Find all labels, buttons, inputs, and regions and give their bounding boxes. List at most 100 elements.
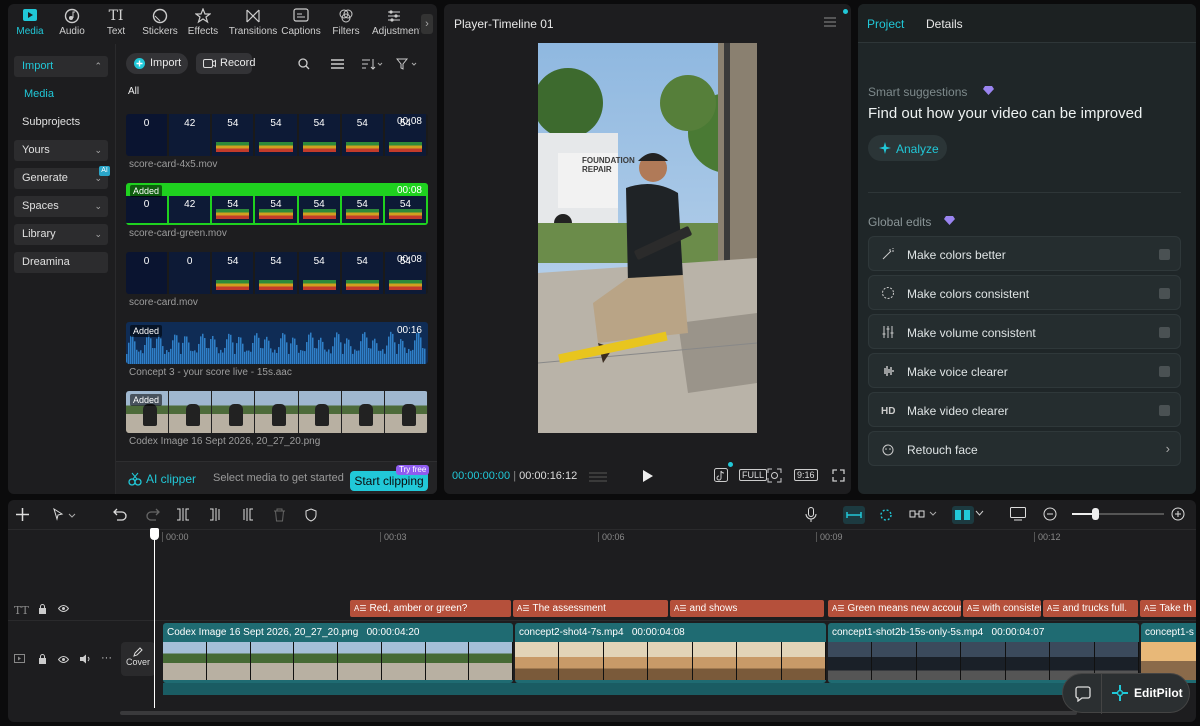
magnet-snap-button[interactable] bbox=[843, 506, 865, 524]
tab-details[interactable]: Details bbox=[926, 17, 963, 31]
view-list-icon[interactable] bbox=[331, 59, 344, 69]
split-icon[interactable] bbox=[176, 508, 190, 521]
text-clip[interactable]: A☰ The assessment bbox=[513, 600, 668, 617]
tabs-scroll-right-button[interactable]: › bbox=[421, 14, 433, 34]
global-edit-retouch-face[interactable]: Retouch face › bbox=[868, 431, 1181, 466]
lock-icon[interactable] bbox=[38, 604, 47, 614]
redo-icon[interactable] bbox=[146, 508, 160, 521]
sidebar-item-library[interactable]: Library ⌄ bbox=[14, 224, 108, 245]
toggle-checkbox[interactable] bbox=[1159, 249, 1170, 260]
video-frame-image: FOUNDATION REPAIR bbox=[538, 43, 757, 433]
import-button[interactable]: Import bbox=[126, 53, 188, 74]
filter-icon[interactable] bbox=[396, 58, 420, 70]
horizontal-scrollbar[interactable] bbox=[120, 711, 1077, 715]
editpilot-widget[interactable]: EditPilot bbox=[1062, 673, 1190, 714]
tab-captions[interactable]: Captions bbox=[278, 8, 324, 37]
text-clip[interactable]: A☰ and trucks full. bbox=[1043, 600, 1138, 617]
media-item-thumbnail[interactable]: Added 00:16 bbox=[126, 322, 428, 364]
media-item-thumbnail[interactable]: 0 42 54 54 54 54 54 Added 00:08 bbox=[126, 183, 428, 225]
link-icon[interactable] bbox=[908, 507, 938, 521]
record-button[interactable]: Record bbox=[196, 53, 255, 74]
zoom-out-icon[interactable] bbox=[1043, 507, 1057, 521]
full-quality-button[interactable]: FULL bbox=[739, 469, 768, 481]
tab-audio[interactable]: Audio bbox=[50, 8, 94, 37]
toggle-checkbox[interactable] bbox=[1159, 366, 1170, 377]
ai-clipper-label[interactable]: AI clipper bbox=[146, 472, 196, 486]
grid-icon[interactable] bbox=[589, 471, 607, 483]
tab-media[interactable]: Media bbox=[8, 8, 52, 37]
fullscreen-icon[interactable] bbox=[832, 469, 845, 482]
screenshot-icon[interactable] bbox=[767, 468, 782, 483]
screen-fit-icon[interactable] bbox=[1010, 507, 1026, 521]
media-item-thumbnail[interactable]: Added bbox=[126, 391, 428, 433]
text-clip[interactable]: A☰ Red, amber or green? bbox=[350, 600, 511, 617]
tiktok-icon[interactable] bbox=[714, 468, 728, 482]
global-edit-make-colors-consistent[interactable]: Make colors consistent bbox=[868, 275, 1181, 310]
select-cursor-icon[interactable] bbox=[52, 508, 76, 522]
menu-icon[interactable] bbox=[824, 17, 836, 27]
text-clip[interactable]: A☰ and shows bbox=[670, 600, 824, 617]
undo-icon[interactable] bbox=[113, 508, 127, 521]
score-bars bbox=[216, 142, 250, 152]
score-value: 54 bbox=[227, 118, 239, 129]
aspect-ratio-button[interactable]: 9:16 bbox=[794, 469, 818, 481]
eye-icon[interactable] bbox=[58, 655, 69, 664]
sidebar-item-media[interactable]: Media bbox=[14, 84, 108, 105]
add-track-icon[interactable] bbox=[16, 508, 29, 521]
video-clip[interactable]: Codex Image 16 Sept 2026, 20_27_20.png 0… bbox=[163, 623, 513, 683]
cover-button[interactable]: Cover bbox=[121, 642, 155, 676]
total-time: 00:00:16:12 bbox=[519, 470, 578, 482]
tab-project[interactable]: Project bbox=[867, 17, 904, 31]
feedback-icon[interactable] bbox=[1075, 686, 1091, 702]
lock-icon[interactable] bbox=[38, 654, 47, 664]
eye-icon[interactable] bbox=[58, 604, 69, 613]
global-edit-make-volume-consistent[interactable]: Make volume consistent bbox=[868, 314, 1181, 349]
zoom-in-icon[interactable] bbox=[1171, 507, 1185, 521]
auto-snap-icon[interactable] bbox=[876, 506, 896, 524]
text-clip[interactable]: A☰ Green means new accounts bbox=[828, 600, 961, 617]
sidebar-item-generate[interactable]: Generate ⌄ bbox=[14, 168, 108, 189]
sidebar-item-dreamina[interactable]: Dreamina bbox=[14, 252, 108, 273]
tab-filters[interactable]: Filters bbox=[324, 8, 368, 37]
global-edit-make-colors-better[interactable]: Make colors better bbox=[868, 236, 1181, 271]
toggle-checkbox[interactable] bbox=[1159, 288, 1170, 299]
tab-stickers[interactable]: Stickers bbox=[138, 8, 182, 37]
chevron-down-icon[interactable] bbox=[975, 510, 984, 517]
sidebar-item-import[interactable]: Import ⌃ bbox=[14, 56, 108, 77]
sort-icon[interactable] bbox=[361, 58, 383, 70]
sidebar-item-spaces[interactable]: Spaces ⌄ bbox=[14, 196, 108, 217]
delete-icon[interactable] bbox=[273, 508, 286, 522]
trim-right-icon[interactable] bbox=[240, 508, 254, 521]
tab-text[interactable]: TI Text bbox=[94, 8, 138, 37]
global-edit-make-video-clearer[interactable]: HD Make video clearer bbox=[868, 392, 1181, 427]
search-icon[interactable] bbox=[298, 58, 310, 70]
all-filter-label[interactable]: All bbox=[128, 86, 139, 97]
text-clip[interactable]: A☰ Take th bbox=[1140, 600, 1196, 617]
media-item-thumbnail[interactable]: 0 0 54 54 54 54 54 00:08 bbox=[126, 252, 428, 294]
sidebar-item-yours[interactable]: Yours ⌄ bbox=[14, 140, 108, 161]
trim-left-icon[interactable] bbox=[209, 508, 223, 521]
global-edit-make-voice-clearer[interactable]: Make voice clearer bbox=[868, 353, 1181, 388]
toggle-checkbox[interactable] bbox=[1159, 405, 1170, 416]
sidebar-item-subprojects[interactable]: Subprojects bbox=[14, 112, 108, 133]
video-clip[interactable]: concept2-shot4-7s.mp4 00:00:04:08 bbox=[515, 623, 826, 683]
play-icon[interactable] bbox=[642, 469, 654, 483]
playhead[interactable] bbox=[150, 528, 159, 708]
speaker-icon[interactable] bbox=[79, 654, 91, 664]
shield-icon[interactable] bbox=[305, 508, 317, 522]
analyze-button[interactable]: Analyze bbox=[868, 135, 947, 161]
tab-adjustment[interactable]: Adjustment bbox=[368, 8, 420, 37]
playhead-handle[interactable] bbox=[150, 528, 159, 540]
preview-axis-button[interactable] bbox=[952, 506, 974, 524]
zoom-slider-handle[interactable] bbox=[1092, 508, 1099, 520]
video-preview[interactable]: FOUNDATION REPAIR bbox=[538, 43, 757, 433]
more-options-icon[interactable]: ··· bbox=[101, 652, 112, 664]
tab-effects[interactable]: Effects bbox=[181, 8, 225, 37]
microphone-icon[interactable] bbox=[805, 507, 817, 522]
time-ruler[interactable]: 00:00 00:03 00:06 00:09 00:12 bbox=[162, 530, 1196, 544]
toggle-checkbox[interactable] bbox=[1159, 327, 1170, 338]
tab-transitions[interactable]: Transitions bbox=[228, 8, 278, 37]
text-clip[interactable]: A☰ with consisten bbox=[963, 600, 1041, 617]
media-item-thumbnail[interactable]: 0 42 54 54 54 54 54 00:08 bbox=[126, 114, 428, 156]
zoom-slider[interactable] bbox=[1072, 508, 1164, 520]
